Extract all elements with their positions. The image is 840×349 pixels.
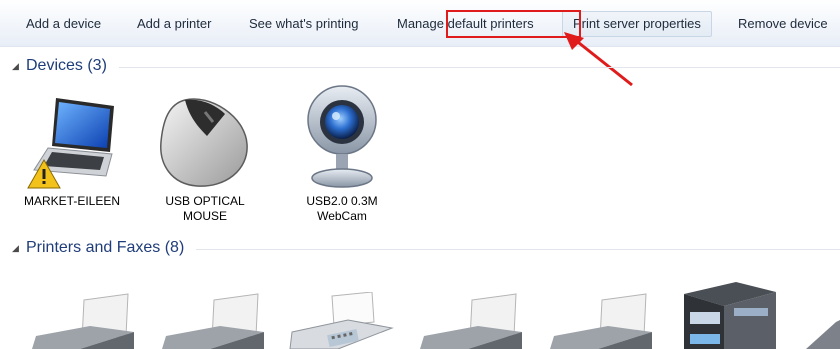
collapse-triangle-icon[interactable]: ◢ — [12, 243, 26, 254]
device-label-line1: USB2.0 0.3M — [306, 194, 378, 208]
devices-group-title: Devices (3) — [26, 57, 107, 74]
multifunction-printer-icon[interactable] — [676, 282, 786, 349]
remove-device-button[interactable]: Remove device — [738, 12, 828, 36]
device-label-line1: USB OPTICAL — [165, 194, 245, 208]
add-device-button[interactable]: Add a device — [26, 12, 101, 36]
printer-icon[interactable] — [548, 292, 658, 349]
device-label-line2: WebCam — [317, 209, 367, 223]
printer-icon[interactable] — [160, 292, 270, 349]
device-tile-usb-webcam[interactable]: USB2.0 0.3M WebCam — [290, 82, 394, 223]
printer-icon[interactable] — [418, 292, 528, 349]
collapse-triangle-icon[interactable]: ◢ — [12, 61, 26, 72]
device-label: MARKET-EILEEN — [23, 194, 121, 208]
printers-group-title: Printers and Faxes (8) — [26, 239, 185, 256]
device-tile-usb-optical-mouse[interactable]: USB OPTICAL MOUSE — [150, 92, 260, 223]
webcam-icon — [307, 85, 377, 188]
group-divider — [118, 66, 840, 68]
printer-icon[interactable] — [30, 292, 140, 349]
see-whats-printing-button[interactable]: See what's printing — [249, 12, 358, 36]
devices-group-header[interactable]: ◢ Devices (3) — [12, 55, 840, 77]
printers-group-header[interactable]: ◢ Printers and Faxes (8) — [12, 237, 840, 259]
fax-icon[interactable] — [288, 292, 398, 349]
add-printer-button[interactable]: Add a printer — [137, 12, 211, 36]
group-divider — [196, 248, 840, 250]
command-toolbar: Add a device Add a printer See what's pr… — [0, 0, 840, 47]
device-label-line2: MOUSE — [182, 209, 227, 223]
laptop-warning-icon — [27, 98, 114, 189]
mouse-icon — [160, 98, 248, 187]
printer-icon[interactable] — [806, 316, 840, 349]
device-tile-market-eileen[interactable]: MARKET-EILEEN — [22, 92, 122, 208]
